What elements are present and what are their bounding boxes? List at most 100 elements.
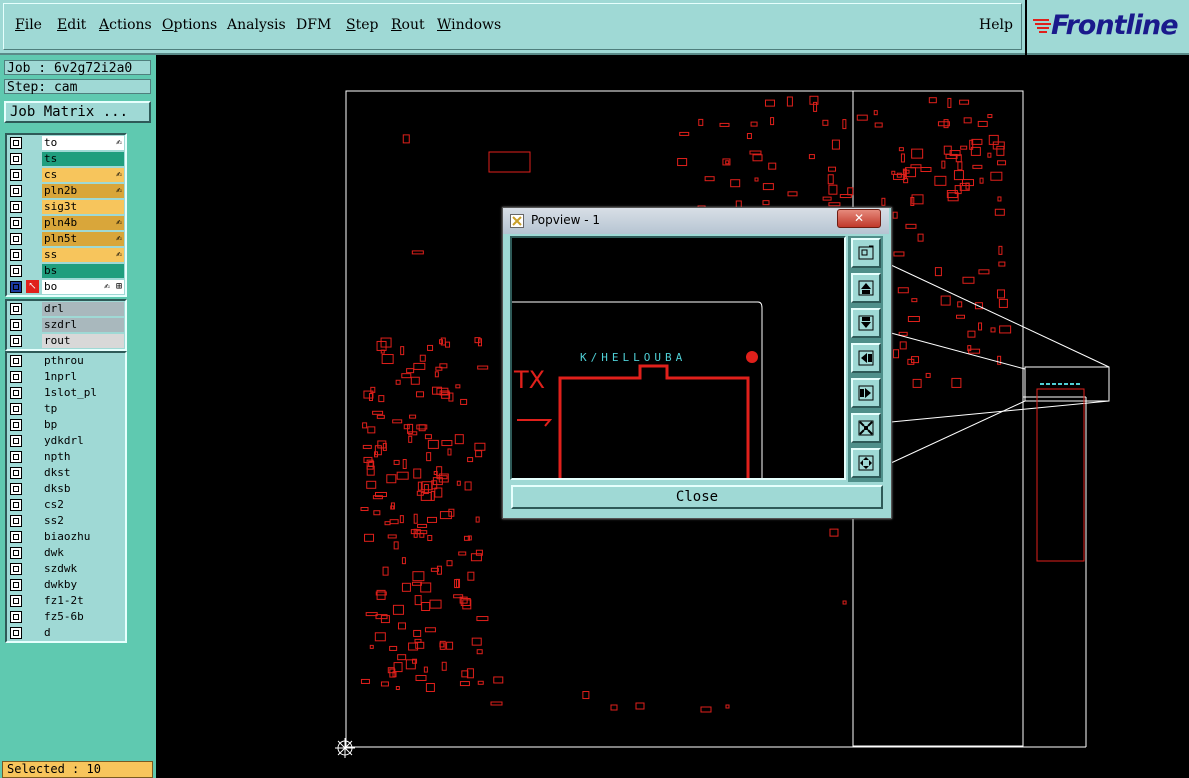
layer-row-ydkdrl[interactable]: ydkdrl	[7, 433, 125, 449]
layer-row-cs[interactable]: cs ✍	[7, 167, 125, 183]
layer-checkbox[interactable]	[10, 579, 22, 591]
layer-checkbox[interactable]	[10, 355, 22, 367]
layer-name[interactable]: tp	[42, 402, 124, 416]
layer-name[interactable]: biaozhu	[42, 530, 124, 544]
layer-checkbox[interactable]	[10, 335, 22, 347]
layer-checkbox[interactable]	[10, 201, 22, 213]
pan-left-button[interactable]	[851, 343, 881, 373]
layer-name[interactable]: ts	[42, 152, 124, 166]
layer-row-to[interactable]: to ✍	[7, 135, 125, 151]
pan-down-button[interactable]	[851, 308, 881, 338]
layer-row-pln2b[interactable]: pln2b ✍	[7, 183, 125, 199]
layer-name[interactable]: drl	[42, 302, 124, 316]
layer-name[interactable]: szdrl	[42, 318, 124, 332]
layer-name[interactable]: npth	[42, 450, 124, 464]
zoom-out-button[interactable]	[851, 448, 881, 478]
layer-row-1nprl[interactable]: 1nprl	[7, 369, 125, 385]
layer-row-bs[interactable]: bs	[7, 263, 125, 279]
layer-name[interactable]: cs ✍	[42, 168, 124, 182]
layer-checkbox[interactable]	[10, 515, 22, 527]
layer-checkbox[interactable]	[10, 611, 22, 623]
layer-name[interactable]: szdwk	[42, 562, 124, 576]
menu-actions[interactable]: Actions	[99, 17, 152, 33]
job-matrix-button[interactable]: Job Matrix ...	[4, 101, 151, 123]
layer-checkbox[interactable]	[10, 627, 22, 639]
layer-row-fz1-2t[interactable]: fz1-2t	[7, 593, 125, 609]
layer-row-pln4b[interactable]: pln4b ✍	[7, 215, 125, 231]
layer-name[interactable]: ss2	[42, 514, 124, 528]
menu-rout[interactable]: Rout	[391, 17, 425, 33]
pan-up-button[interactable]	[851, 273, 881, 303]
layer-row-dksb[interactable]: dksb	[7, 481, 125, 497]
layer-row-ss2[interactable]: ss2	[7, 513, 125, 529]
layer-row-ts[interactable]: ts	[7, 151, 125, 167]
layer-name[interactable]: dwkby	[42, 578, 124, 592]
layer-checkbox[interactable]	[10, 217, 22, 229]
layer-checkbox[interactable]	[10, 563, 22, 575]
layer-row-drl[interactable]: drl	[7, 301, 125, 317]
menu-help[interactable]: Help	[979, 17, 1013, 33]
menu-step[interactable]: Step	[346, 17, 378, 33]
layer-checkbox[interactable]	[10, 435, 22, 447]
layer-checkbox[interactable]	[10, 169, 22, 181]
layer-name[interactable]: dwk	[42, 546, 124, 560]
layer-row-npth[interactable]: npth	[7, 449, 125, 465]
layer-name[interactable]: dksb	[42, 482, 124, 496]
layer-checkbox[interactable]	[10, 531, 22, 543]
zoom-in-button[interactable]	[851, 413, 881, 443]
layer-row-bp[interactable]: bp	[7, 417, 125, 433]
layer-checkbox[interactable]	[10, 233, 22, 245]
layer-name[interactable]: pln5t ✍	[42, 232, 124, 246]
layer-checkbox[interactable]	[10, 419, 22, 431]
menu-options[interactable]: Options	[162, 17, 217, 33]
layer-row-fz5-6b[interactable]: fz5-6b	[7, 609, 125, 625]
layer-row-tp[interactable]: tp	[7, 401, 125, 417]
layer-name[interactable]: bp	[42, 418, 124, 432]
layer-row-cs2[interactable]: cs2	[7, 497, 125, 513]
layer-checkbox[interactable]	[10, 547, 22, 559]
layer-checkbox[interactable]	[10, 499, 22, 511]
layer-checkbox[interactable]	[10, 281, 22, 293]
menu-windows[interactable]: Windows	[437, 17, 501, 33]
layer-name[interactable]: ydkdrl	[42, 434, 124, 448]
layer-row-dkst[interactable]: dkst	[7, 465, 125, 481]
layer-row-pthrou[interactable]: pthrou	[7, 353, 125, 369]
layer-name[interactable]: d	[42, 626, 124, 640]
layer-name[interactable]: pln2b ✍	[42, 184, 124, 198]
pan-right-button[interactable]	[851, 378, 881, 408]
layer-row-szdrl[interactable]: szdrl	[7, 317, 125, 333]
layer-name[interactable]: pln4b ✍	[42, 216, 124, 230]
layer-row-biaozhu[interactable]: biaozhu	[7, 529, 125, 545]
layer-name[interactable]: 1slot_pl	[42, 386, 124, 400]
layer-row-ss[interactable]: ss ✍	[7, 247, 125, 263]
layer-row-sig3t[interactable]: sig3t	[7, 199, 125, 215]
layer-checkbox[interactable]	[10, 387, 22, 399]
layer-name[interactable]: fz5-6b	[42, 610, 124, 624]
popview-close-x-button[interactable]: ✕	[837, 209, 881, 228]
layer-checkbox[interactable]	[10, 137, 22, 149]
menu-edit[interactable]: Edit	[57, 17, 86, 33]
layer-name[interactable]: fz1-2t	[42, 594, 124, 608]
layer-name[interactable]: rout	[42, 334, 124, 348]
layer-checkbox[interactable]	[10, 371, 22, 383]
layer-name[interactable]: bs	[42, 264, 124, 278]
layer-name[interactable]: dkst	[42, 466, 124, 480]
layer-checkbox[interactable]	[10, 451, 22, 463]
menu-dfm[interactable]: DFM	[296, 17, 331, 33]
layer-checkbox[interactable]	[10, 265, 22, 277]
layer-name[interactable]: pthrou	[42, 354, 124, 368]
layer-checkbox[interactable]	[10, 249, 22, 261]
layer-row-szdwk[interactable]: szdwk	[7, 561, 125, 577]
layer-row-dwk[interactable]: dwk	[7, 545, 125, 561]
menu-file[interactable]: File	[15, 17, 42, 33]
popview-close-button[interactable]: Close	[511, 485, 883, 509]
layer-checkbox[interactable]	[10, 319, 22, 331]
layer-row-rout[interactable]: rout	[7, 333, 125, 349]
layer-checkbox[interactable]	[10, 303, 22, 315]
layer-name[interactable]: bo ✍ ⊞	[42, 280, 124, 294]
layer-name[interactable]: ss ✍	[42, 248, 124, 262]
zoom-home-button[interactable]	[851, 238, 881, 268]
layer-checkbox[interactable]	[10, 185, 22, 197]
layer-row-dwkby[interactable]: dwkby	[7, 577, 125, 593]
layer-checkbox[interactable]	[10, 483, 22, 495]
